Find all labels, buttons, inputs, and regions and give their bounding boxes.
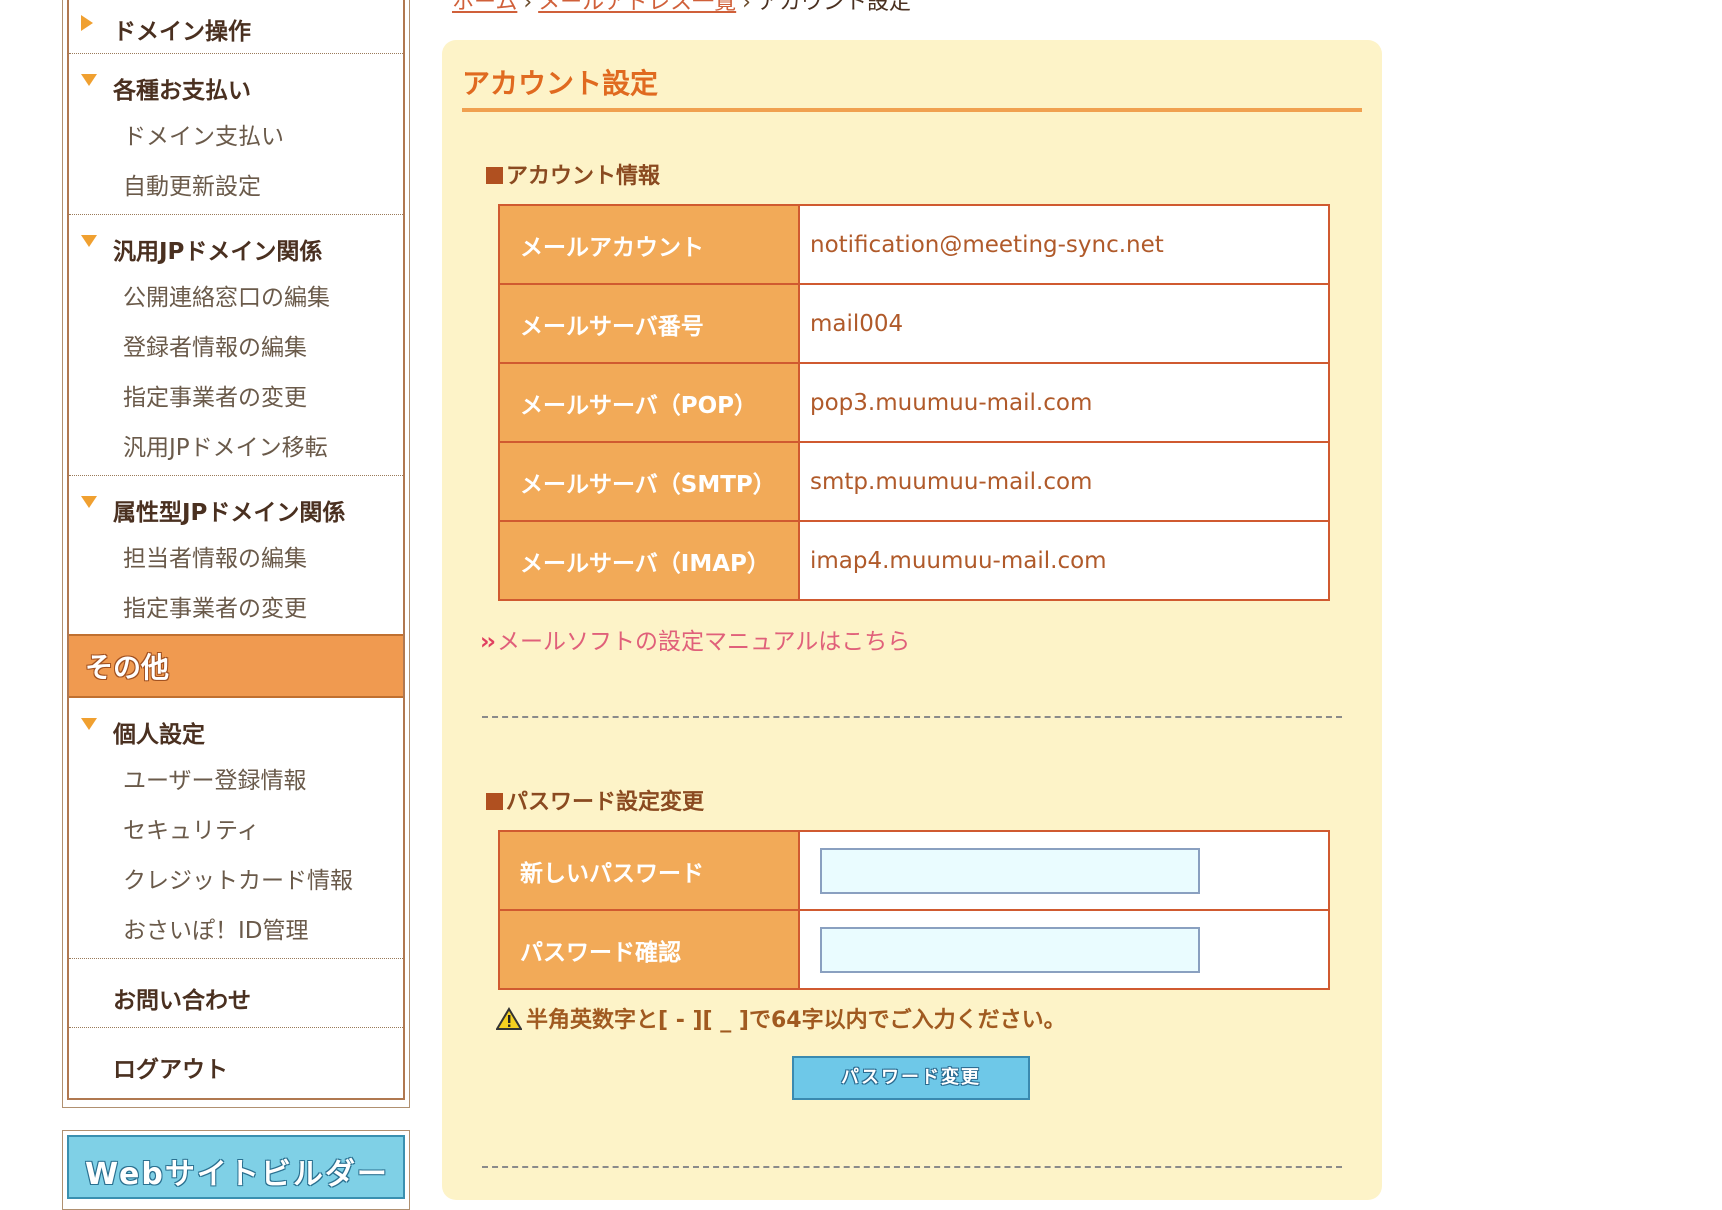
sidebar-logout[interactable]: ログアウト [69, 1028, 403, 1096]
triangle-right-icon [81, 15, 93, 31]
sidebar-item-jp-transfer[interactable]: 汎用JPドメイン移転 [69, 423, 403, 473]
website-builder-banner-inner: Webサイトビルダー [67, 1135, 405, 1199]
sidebar-personal-list: ユーザー登録情報 セキュリティ クレジットカード情報 おさいぽ！ID管理 [69, 756, 403, 959]
row-value: notification@meeting-sync.net [798, 204, 1330, 285]
sidebar-item-contact-info[interactable]: 担当者情報の編集 [69, 534, 403, 584]
sidebar-item-user-info[interactable]: ユーザー登録情報 [69, 756, 403, 806]
table-row: 新しいパスワード [498, 830, 1330, 911]
row-value: imap4.muumuu-mail.com [798, 520, 1330, 601]
breadcrumb-current: アカウント設定 [756, 0, 911, 15]
title-underline [462, 108, 1362, 112]
sidebar-item-credit-card[interactable]: クレジットカード情報 [69, 856, 403, 906]
sidebar-jp-attr-list: 担当者情報の編集 指定事業者の変更 [69, 534, 403, 634]
row-label: メールサーバ（POP） [498, 362, 800, 443]
sidebar-jp-attr-header[interactable]: 属性型JPドメイン関係 [69, 476, 403, 534]
new-password-input[interactable] [820, 847, 1200, 894]
warning-icon [495, 1007, 523, 1030]
breadcrumb: ホーム › メールアドレス一覧 › アカウント設定 [452, 0, 911, 16]
password-section-heading: パスワード設定変更 [486, 784, 704, 816]
sidebar-item-auto-renew[interactable]: 自動更新設定 [69, 162, 403, 212]
sidebar-domain-ops[interactable]: ドメイン操作 [69, 0, 403, 54]
row-value: mail004 [798, 283, 1330, 364]
breadcrumb-separator: › [742, 0, 751, 15]
row-value: smtp.muumuu-mail.com [798, 441, 1330, 522]
table-row: メールサーバ（SMTP） smtp.muumuu-mail.com [498, 441, 1330, 522]
square-bullet-icon [486, 167, 503, 184]
mail-manual-link-label: メールソフトの設定マニュアルはこちら [496, 629, 911, 655]
sidebar-personal-title: 個人設定 [113, 722, 205, 748]
password-table: 新しいパスワード パスワード確認 [498, 830, 1330, 990]
website-builder-banner-label: Webサイトビルダー [85, 1157, 389, 1192]
row-label: メールサーバ（IMAP） [498, 520, 800, 601]
confirm-password-cell [798, 909, 1330, 990]
table-row: メールサーバ番号 mail004 [498, 283, 1330, 364]
divider [482, 1166, 1342, 1168]
sidebar: ドメイン操作 各種お支払い ドメイン支払い 自動更新設定 汎用JPドメイン関係 … [62, 0, 410, 1108]
confirm-password-input[interactable] [820, 926, 1200, 973]
mail-manual-link[interactable]: ›› メールソフトの設定マニュアルはこちら [480, 622, 910, 656]
sidebar-personal-header[interactable]: 個人設定 [69, 698, 403, 756]
password-hint-text: 半角英数字と[ - ][ _ ]で64字以内でご入力ください。 [526, 1008, 1066, 1033]
main-panel: アカウント設定 アカウント情報 メールアカウント notification@me… [442, 40, 1382, 1200]
triangle-down-icon [81, 496, 97, 508]
sidebar-payments-header[interactable]: 各種お支払い [69, 54, 403, 112]
sidebar-item-designated-registrar[interactable]: 指定事業者の変更 [69, 373, 403, 423]
sidebar-contact[interactable]: お問い合わせ [69, 959, 403, 1028]
sidebar-jp-general-title: 汎用JPドメイン関係 [113, 239, 323, 265]
sidebar-item-security[interactable]: セキュリティ [69, 806, 403, 856]
square-bullet-icon [486, 793, 503, 810]
sidebar-logout-label: ログアウト [113, 1057, 228, 1083]
account-info-heading: アカウント情報 [486, 158, 660, 190]
sidebar-section-other-label: その他 [85, 651, 170, 684]
triangle-down-icon [81, 235, 97, 247]
row-label: メールサーバ番号 [498, 283, 800, 364]
sidebar-jp-attr-title: 属性型JPドメイン関係 [113, 500, 346, 526]
sidebar-item-domain-payment[interactable]: ドメイン支払い [69, 112, 403, 162]
sidebar-item-designated-registrar-attr[interactable]: 指定事業者の変更 [69, 584, 403, 634]
sidebar-section-other: その他 [69, 634, 403, 698]
confirm-password-label: パスワード確認 [498, 909, 800, 990]
sidebar-jp-general-header[interactable]: 汎用JPドメイン関係 [69, 215, 403, 273]
sidebar-payments-title: 各種お支払い [113, 78, 251, 104]
sidebar-item-osaipo-id[interactable]: おさいぽ！ID管理 [69, 906, 403, 956]
account-info-table: メールアカウント notification@meeting-sync.net メ… [498, 204, 1330, 601]
row-label: メールサーバ（SMTP） [498, 441, 800, 522]
row-value: pop3.muumuu-mail.com [798, 362, 1330, 443]
sidebar-domain-ops-label: ドメイン操作 [113, 19, 251, 45]
triangle-down-icon [81, 74, 97, 86]
password-section-heading-label: パスワード設定変更 [506, 790, 705, 815]
breadcrumb-mail-list-link[interactable]: メールアドレス一覧 [538, 0, 736, 15]
table-row: パスワード確認 [498, 909, 1330, 990]
row-label: メールアカウント [498, 204, 800, 285]
new-password-cell [798, 830, 1330, 911]
table-row: メールサーバ（POP） pop3.muumuu-mail.com [498, 362, 1330, 443]
sidebar-item-public-contact[interactable]: 公開連絡窓口の編集 [69, 273, 403, 323]
password-hint: 半角英数字と[ - ][ _ ]で64字以内でご入力ください。 [495, 1002, 1066, 1034]
breadcrumb-home-link[interactable]: ホーム [452, 0, 517, 15]
divider [482, 716, 1342, 718]
sidebar-jp-general-list: 公開連絡窓口の編集 登録者情報の編集 指定事業者の変更 汎用JPドメイン移転 [69, 273, 403, 476]
website-builder-banner[interactable]: Webサイトビルダー [62, 1130, 410, 1210]
breadcrumb-separator: › [523, 0, 533, 15]
new-password-label: 新しいパスワード [498, 830, 800, 911]
triangle-down-icon [81, 718, 97, 730]
sidebar-contact-label: お問い合わせ [113, 988, 251, 1014]
page-title: アカウント設定 [462, 67, 659, 100]
double-chevron-right-icon: ›› [480, 629, 496, 655]
sidebar-payments-list: ドメイン支払い 自動更新設定 [69, 112, 403, 215]
change-password-button[interactable]: パスワード変更 [792, 1056, 1030, 1100]
account-info-heading-label: アカウント情報 [506, 164, 661, 189]
table-row: メールアカウント notification@meeting-sync.net [498, 204, 1330, 285]
sidebar-item-registrant-info[interactable]: 登録者情報の編集 [69, 323, 403, 373]
table-row: メールサーバ（IMAP） imap4.muumuu-mail.com [498, 520, 1330, 601]
